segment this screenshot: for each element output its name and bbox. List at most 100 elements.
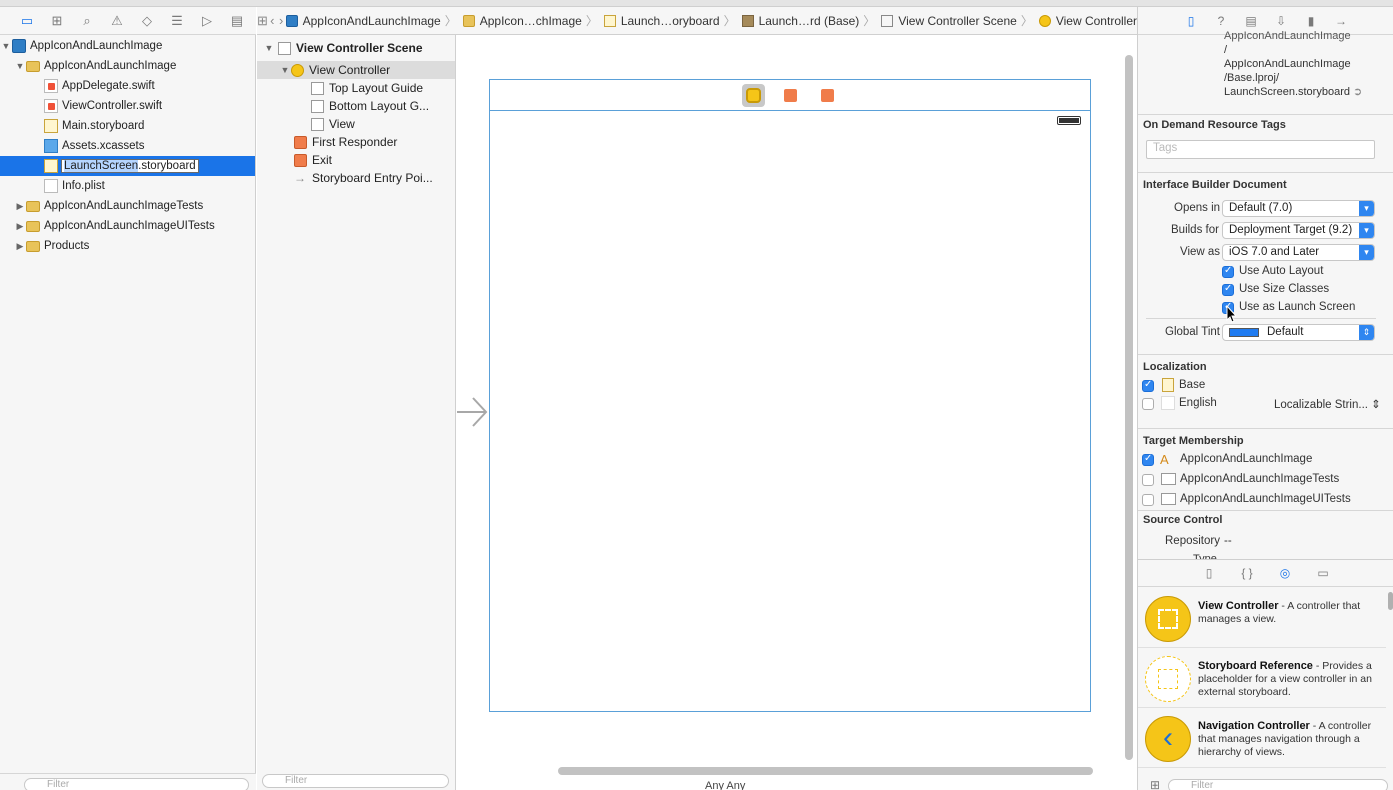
view-controller-icon[interactable] [741, 83, 765, 107]
file-row[interactable]: ViewController.swift [0, 96, 255, 116]
chevron-down-icon: ▾ [1359, 223, 1374, 238]
folder-icon[interactable]: ▭ [12, 11, 42, 31]
view-controller-scene[interactable] [489, 79, 1091, 712]
outline-row-selected[interactable]: ▼ View Controller [257, 61, 455, 79]
breadcrumb-item[interactable]: AppIconAndLaunchImage 〉 [285, 12, 463, 29]
connections-icon[interactable]: → [1330, 14, 1352, 28]
storyboard-file-icon [44, 159, 58, 173]
breakpoint-icon[interactable]: ▷ [192, 11, 222, 31]
file-template-icon[interactable]: ▯ [1198, 566, 1220, 580]
breadcrumb-item[interactable]: Launch…rd (Base) 〉 [741, 12, 882, 29]
storyboard-entry-arrow-icon[interactable] [455, 395, 491, 429]
search-icon[interactable]: ⌕ [72, 11, 102, 31]
forward-button[interactable]: › [277, 13, 286, 28]
use-size-classes-checkbox[interactable] [1222, 283, 1234, 296]
related-items-icon[interactable]: ⊞ [257, 13, 268, 29]
breadcrumb-item[interactable]: View Controller Scene 〉 [881, 12, 1039, 29]
rename-field[interactable]: LaunchScreen.storyboard [61, 159, 199, 173]
target-label: AppIconAndLaunchImage [1180, 453, 1313, 465]
size-icon[interactable]: ▮ [1300, 14, 1322, 28]
warning-icon[interactable]: ⚠ [102, 11, 132, 31]
group-row[interactable]: ▶ AppIconAndLaunchImageUITests [0, 216, 255, 236]
navigator-filter-input[interactable]: Filter [24, 778, 249, 790]
file-row[interactable]: Main.storyboard [0, 116, 255, 136]
chevron-updown-icon: ⇕ [1359, 325, 1374, 340]
divider [1146, 318, 1376, 319]
exit-icon[interactable] [816, 84, 839, 107]
file-row-selected[interactable]: LaunchScreen.storyboard [0, 156, 255, 176]
view-controller-icon [1145, 596, 1191, 642]
disclosure-triangle-icon[interactable]: ▼ [263, 43, 275, 53]
builds-for-select[interactable]: Deployment Target (9.2) ▾ [1222, 222, 1375, 239]
help-icon[interactable]: ? [1210, 14, 1232, 28]
outline-filter-input[interactable]: Filter [262, 774, 449, 788]
library-filter-input[interactable]: Filter [1168, 779, 1388, 790]
disclosure-triangle-icon[interactable]: ▼ [279, 65, 291, 75]
disclosure-triangle-icon[interactable]: ▶ [14, 201, 26, 212]
size-class-label[interactable]: Any Any [705, 780, 745, 790]
localization-english-checkbox[interactable] [1142, 398, 1154, 410]
group-row[interactable]: ▶ AppIconAndLaunchImageTests [0, 196, 255, 216]
asset-catalog-icon [44, 139, 58, 153]
divider [1138, 428, 1393, 429]
canvas-horizontal-scrollbar[interactable] [558, 767, 1093, 775]
test-icon[interactable]: ◇ [132, 11, 162, 31]
entry-point-arrow-icon: → [294, 171, 306, 185]
object-library-icon[interactable]: ◎ [1274, 566, 1296, 580]
reveal-arrow-icon[interactable]: ➲ [1353, 86, 1362, 98]
localization-base-checkbox[interactable] [1142, 379, 1154, 392]
disclosure-triangle-icon[interactable]: ▼ [14, 61, 26, 71]
symbol-icon[interactable]: ⊞ [42, 11, 72, 31]
file-row[interactable]: Info.plist [0, 176, 255, 196]
group-row[interactable]: ▶ Products [0, 236, 255, 256]
first-responder-glyph [783, 88, 797, 102]
debug-icon[interactable]: ☰ [162, 11, 192, 31]
file-row[interactable]: Assets.xcassets [0, 136, 255, 156]
first-responder-icon[interactable] [779, 84, 802, 107]
chevron-down-icon: ▾ [1359, 201, 1374, 216]
library-item-view-controller[interactable]: View Controller - A controller that mana… [1138, 590, 1386, 648]
use-auto-layout-checkbox[interactable] [1222, 265, 1234, 278]
outline-scene-row[interactable]: ▼ View Controller Scene [257, 39, 455, 57]
library-item-storyboard-reference[interactable]: Storyboard Reference - Provides a placeh… [1138, 650, 1386, 708]
disclosure-triangle-icon[interactable]: ▼ [0, 41, 12, 51]
target-app-checkbox[interactable] [1142, 453, 1154, 466]
outline-row[interactable]: → Storyboard Entry Poi... [257, 169, 455, 187]
outline-row[interactable]: First Responder [257, 133, 455, 151]
opens-in-select[interactable]: Default (7.0) ▾ [1222, 200, 1375, 217]
test-bundle-icon [1161, 473, 1176, 485]
library-item-title: Navigation Controller [1198, 720, 1310, 732]
library-item-navigation-controller[interactable]: ‹ Navigation Controller - A controller t… [1138, 710, 1386, 768]
storyboard-reference-glyph [1158, 669, 1178, 689]
outline-row[interactable]: Top Layout Guide [257, 79, 455, 97]
target-uitests-checkbox[interactable] [1142, 494, 1154, 506]
path-line: LaunchScreen.storyboard ➲ [1224, 85, 1362, 99]
library-scrollbar[interactable] [1388, 592, 1393, 610]
disclosure-triangle-icon[interactable]: ▶ [14, 221, 26, 232]
identity-icon[interactable]: ▤ [1240, 14, 1262, 28]
disclosure-triangle-icon[interactable]: ▶ [14, 241, 26, 252]
media-library-icon[interactable]: ▭ [1312, 566, 1334, 580]
localization-type-select[interactable]: Localizable Strin... ⇕ [1274, 397, 1381, 411]
outline-row[interactable]: View [257, 115, 455, 133]
project-row[interactable]: ▼ AppIconAndLaunchImage [0, 36, 255, 56]
breadcrumb-item[interactable]: Launch…oryboard 〉 [603, 12, 742, 29]
canvas-vertical-scrollbar[interactable] [1125, 55, 1133, 760]
code-snippet-icon[interactable]: { } [1236, 566, 1258, 580]
file-row[interactable]: AppDelegate.swift [0, 76, 255, 96]
file-icon[interactable]: ▯ [1180, 14, 1202, 28]
back-button[interactable]: ‹ [268, 13, 277, 28]
view-as-select[interactable]: iOS 7.0 and Later ▾ [1222, 244, 1375, 261]
outline-row[interactable]: Exit [257, 151, 455, 169]
attributes-icon[interactable]: ⇩ [1270, 14, 1292, 28]
breadcrumb-item[interactable]: AppIcon…chImage 〉 [462, 12, 604, 29]
grid-view-icon[interactable]: ⊞ [1144, 778, 1166, 790]
global-tint-select[interactable]: Default ⇕ [1222, 324, 1375, 341]
group-row[interactable]: ▼ AppIconAndLaunchImage [0, 56, 255, 76]
tags-input[interactable]: Tags [1146, 140, 1375, 159]
report-icon[interactable]: ▤ [222, 11, 252, 31]
outline-row[interactable]: Bottom Layout G... [257, 97, 455, 115]
target-tests-checkbox[interactable] [1142, 474, 1154, 486]
breadcrumb-item[interactable]: View Controller [1038, 14, 1137, 28]
tree-item-label: AppIconAndLaunchImageTests [44, 200, 204, 212]
